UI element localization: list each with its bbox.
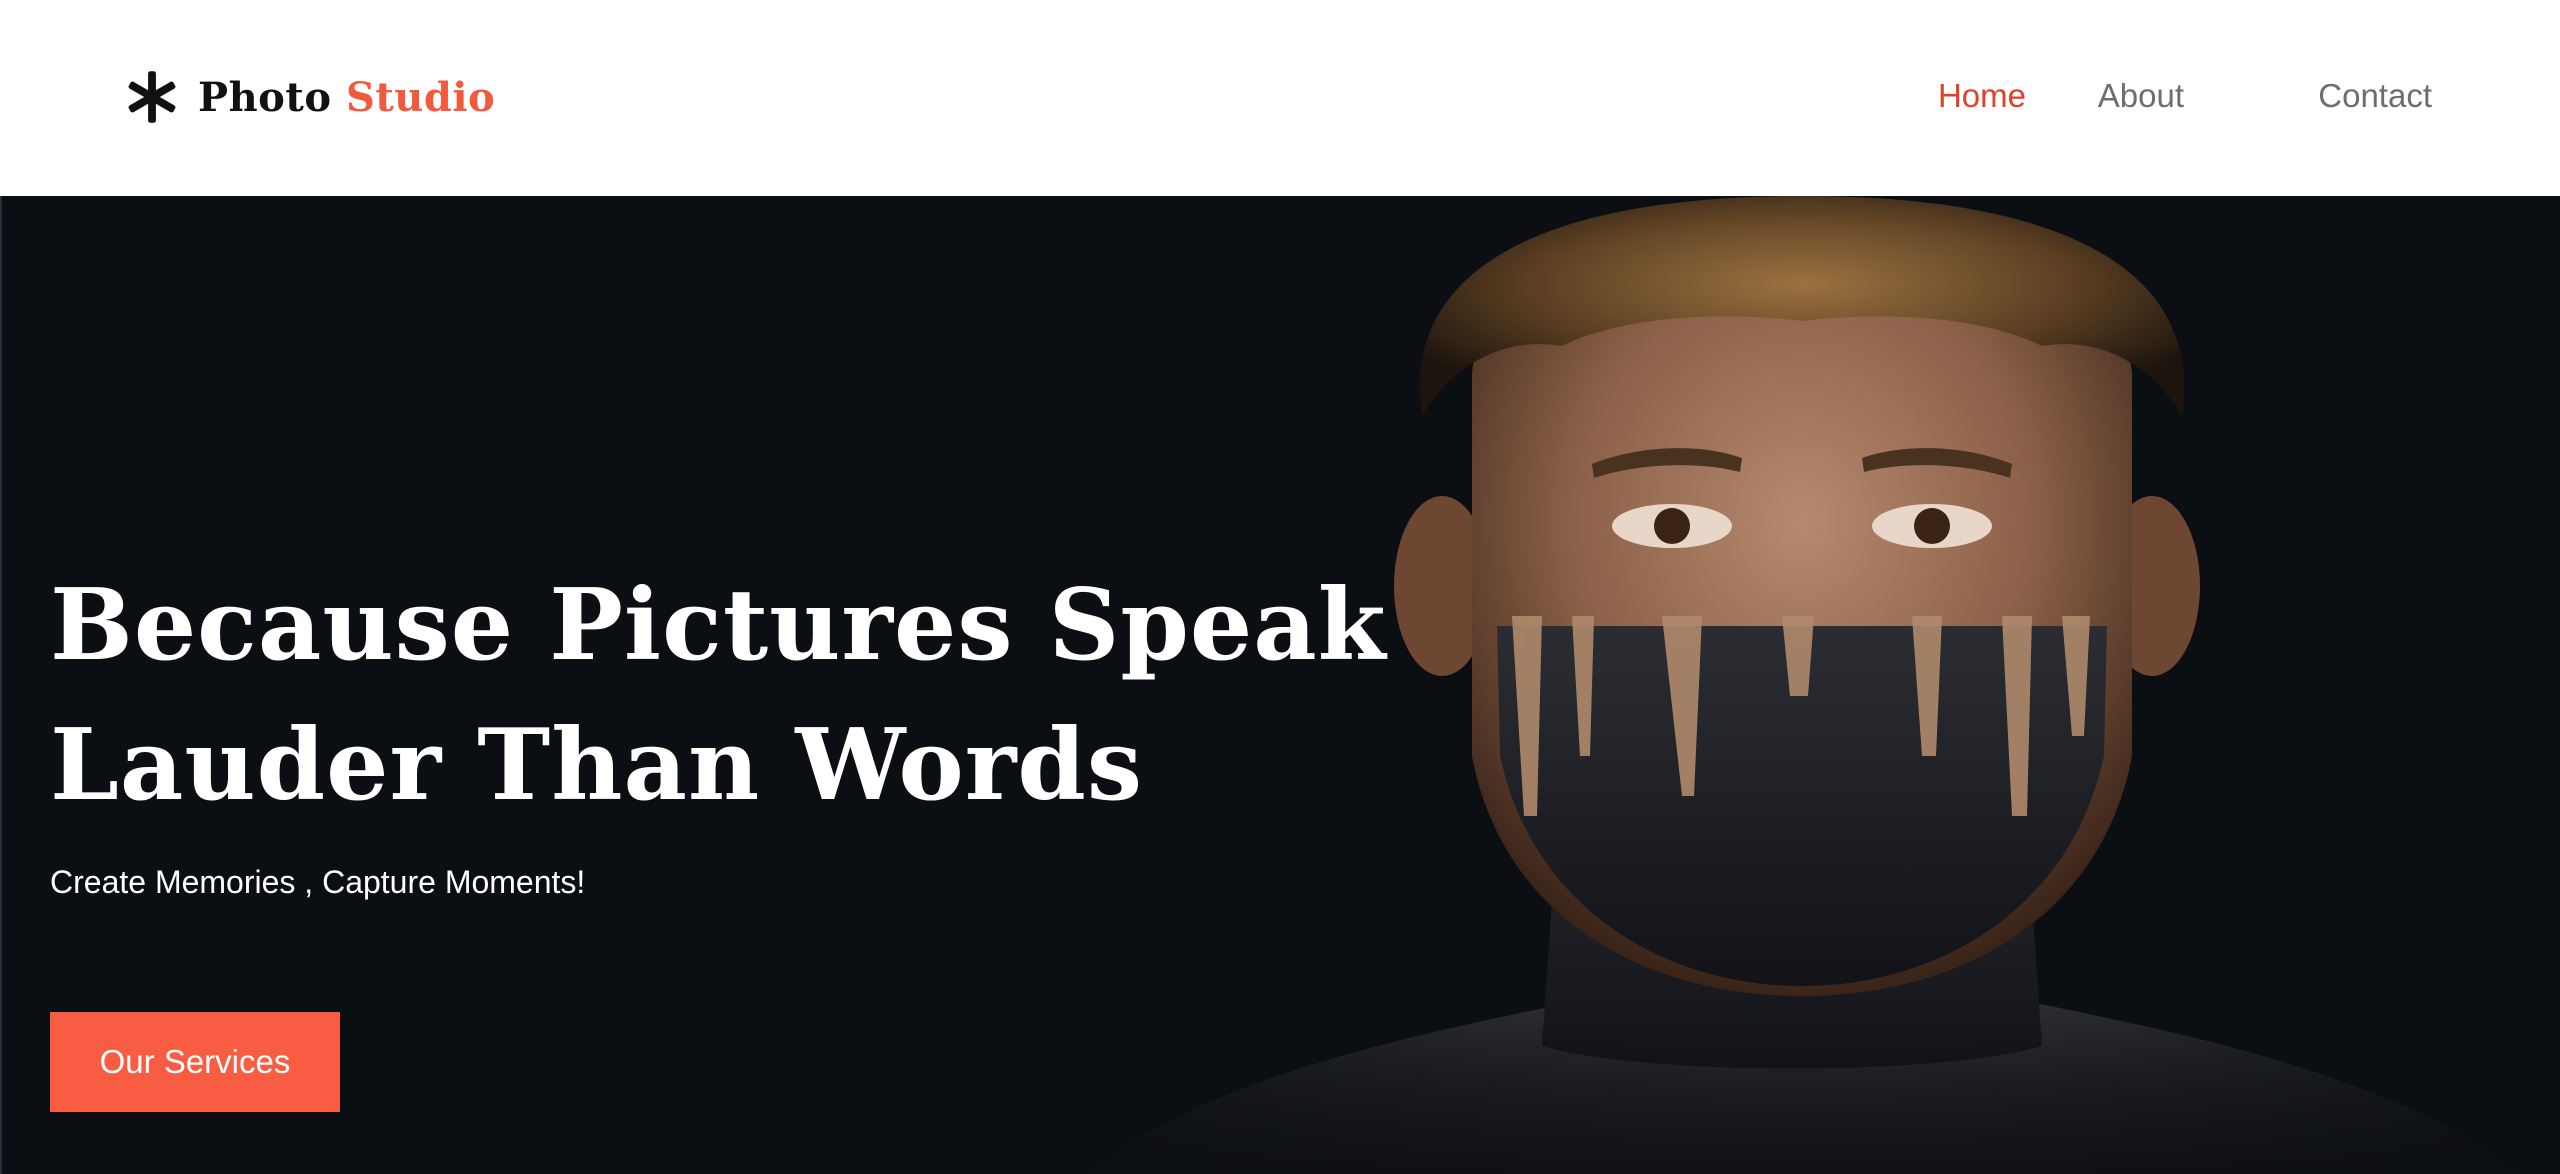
our-services-button[interactable]: Our Services [50,1012,340,1112]
hero-title: Because Pictures Speak Lauder Than Words [50,556,1387,836]
brand-name-primary: Photo [198,73,332,121]
brand-name-accent: Studio [345,73,496,121]
brand-logo[interactable]: Photo Studio [124,64,495,130]
hero-subtitle: Create Memories , Capture Moments! [50,864,586,900]
navbar: Photo Studio Home About Contact [0,0,2560,196]
hero-title-line1: Because Pictures Speak [50,568,1387,683]
asterisk-logo-icon [128,71,176,123]
nav-link-contact[interactable]: Contact [2318,70,2432,122]
brand-name: Photo Studio [198,74,495,121]
hero-section: Because Pictures Speak Lauder Than Words… [0,196,2560,1174]
nav-link-about[interactable]: About [2098,70,2184,122]
nav-link-home[interactable]: Home [1938,70,2026,122]
hero-title-line2: Lauder Than Words [50,708,1144,823]
